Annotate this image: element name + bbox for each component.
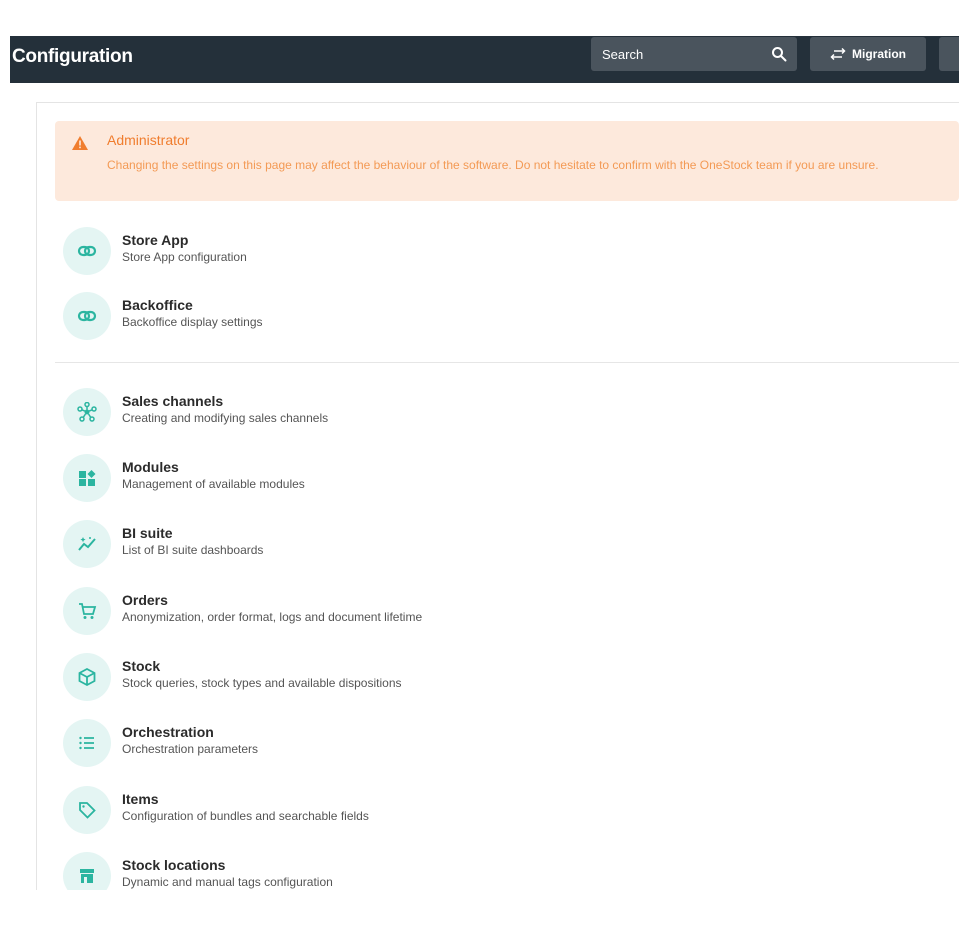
item-icon-bg [63, 719, 111, 767]
item-name: Store App [122, 232, 189, 248]
item-desc: Dynamic and manual tags configuration [122, 875, 333, 889]
item-name: Orchestration [122, 724, 214, 740]
item-name: Backoffice [122, 297, 193, 313]
item-name: BI suite [122, 525, 173, 541]
item-icon-bg [63, 454, 111, 502]
top-bar: Configuration Search Migration [10, 36, 959, 83]
item-icon-bg [63, 852, 111, 890]
item-icon-bg [63, 227, 111, 275]
header-extra-button[interactable] [939, 37, 959, 71]
config-item-items[interactable]: Items Configuration of bundles and searc… [63, 786, 763, 834]
item-desc: Backoffice display settings [122, 315, 263, 329]
item-name: Modules [122, 459, 179, 475]
migration-label: Migration [852, 47, 906, 61]
box-icon [78, 667, 96, 687]
item-icon-bg [63, 587, 111, 635]
migration-button[interactable]: Migration [810, 37, 926, 71]
item-name: Sales channels [122, 393, 224, 409]
item-desc: List of BI suite dashboards [122, 543, 264, 557]
list-icon [79, 736, 94, 750]
item-name: Stock [122, 658, 161, 674]
page-clip: Configuration Search Migration Administr… [0, 0, 959, 890]
item-icon-bg [63, 388, 111, 436]
item-desc: Management of available modules [122, 477, 305, 491]
warning-icon [72, 136, 88, 150]
item-desc: Stock queries, stock types and available… [122, 676, 402, 690]
config-item-sales-channels[interactable]: Sales channels Creating and modifying sa… [63, 388, 763, 436]
swap-arrows-icon [830, 48, 846, 60]
search-placeholder: Search [602, 47, 644, 62]
config-item-stock-locations[interactable]: Stock locations Dynamic and manual tags … [63, 852, 763, 890]
item-desc: Creating and modifying sales channels [122, 411, 329, 425]
item-desc: Store App configuration [122, 250, 247, 264]
search-icon [772, 47, 787, 62]
config-item-stock[interactable]: Stock Stock queries, stock types and ava… [63, 653, 763, 701]
item-icon-bg [63, 520, 111, 568]
widgets-icon [79, 470, 96, 486]
config-item-store-app[interactable]: Store App Store App configuration [63, 227, 763, 275]
item-icon-bg [63, 786, 111, 834]
config-item-modules[interactable]: Modules Management of available modules [63, 454, 763, 502]
page-title: Configuration [12, 46, 133, 67]
section-divider [55, 362, 959, 363]
item-name: Items [122, 791, 159, 807]
search-input[interactable]: Search [591, 37, 797, 71]
link-icon [77, 245, 97, 257]
admin-warning-alert: Administrator Changing the settings on t… [55, 121, 959, 201]
analytics-icon [78, 537, 96, 551]
tag-icon [79, 802, 96, 819]
alert-title: Administrator [107, 132, 190, 148]
network-icon [77, 402, 97, 422]
item-desc: Anonymization, order format, logs and do… [122, 610, 423, 624]
item-name: Orders [122, 592, 168, 608]
item-desc: Orchestration parameters [122, 742, 259, 756]
item-icon-bg [63, 653, 111, 701]
config-item-backoffice[interactable]: Backoffice Backoffice display settings [63, 292, 763, 340]
alert-text: Changing the settings on this page may a… [107, 158, 879, 172]
item-icon-bg [63, 292, 111, 340]
item-name: Stock locations [122, 857, 226, 873]
cart-icon [79, 603, 97, 619]
config-item-orchestration[interactable]: Orchestration Orchestration parameters [63, 719, 763, 767]
config-item-orders[interactable]: Orders Anonymization, order format, logs… [63, 587, 763, 635]
store-icon [80, 869, 94, 883]
config-item-bi-suite[interactable]: BI suite List of BI suite dashboards [63, 520, 763, 568]
item-desc: Configuration of bundles and searchable … [122, 809, 369, 823]
link-icon [77, 310, 97, 322]
